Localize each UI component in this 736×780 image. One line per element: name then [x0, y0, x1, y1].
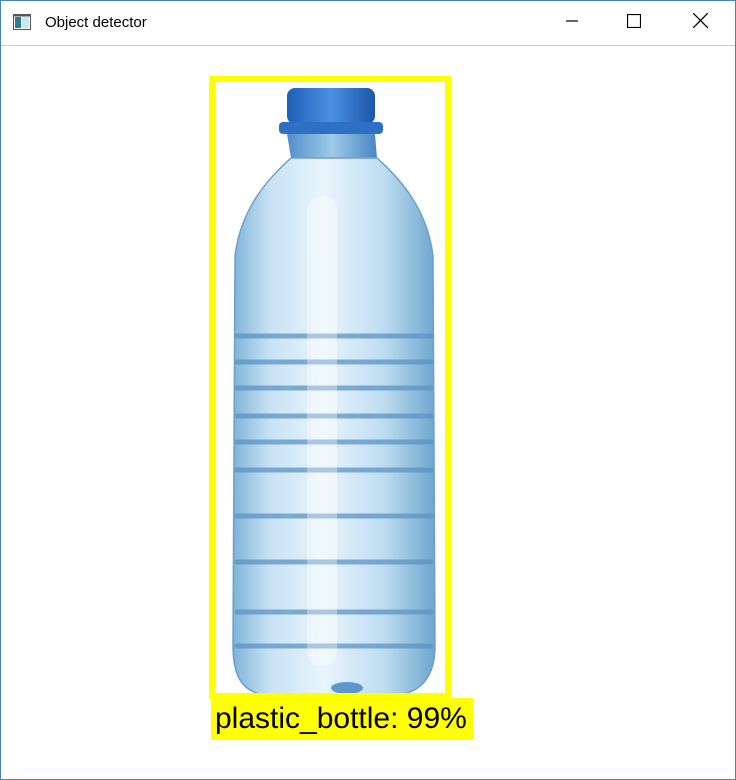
close-button[interactable] [677, 1, 723, 45]
minimize-icon [566, 14, 578, 32]
maximize-button[interactable] [611, 1, 657, 45]
title-bar[interactable]: Object detector [1, 1, 735, 46]
maximize-icon [626, 13, 642, 33]
object-detector-window: Object detector plastic_bottle: 99% [0, 0, 736, 780]
detection-label: plastic_bottle: 99% [211, 698, 473, 740]
minimize-button[interactable] [549, 1, 595, 45]
close-icon [692, 12, 708, 33]
detection-canvas: plastic_bottle: 99% [1, 46, 735, 779]
app-window-icon [13, 14, 31, 30]
detection-bounding-box [209, 76, 451, 699]
window-title: Object detector [45, 14, 147, 31]
